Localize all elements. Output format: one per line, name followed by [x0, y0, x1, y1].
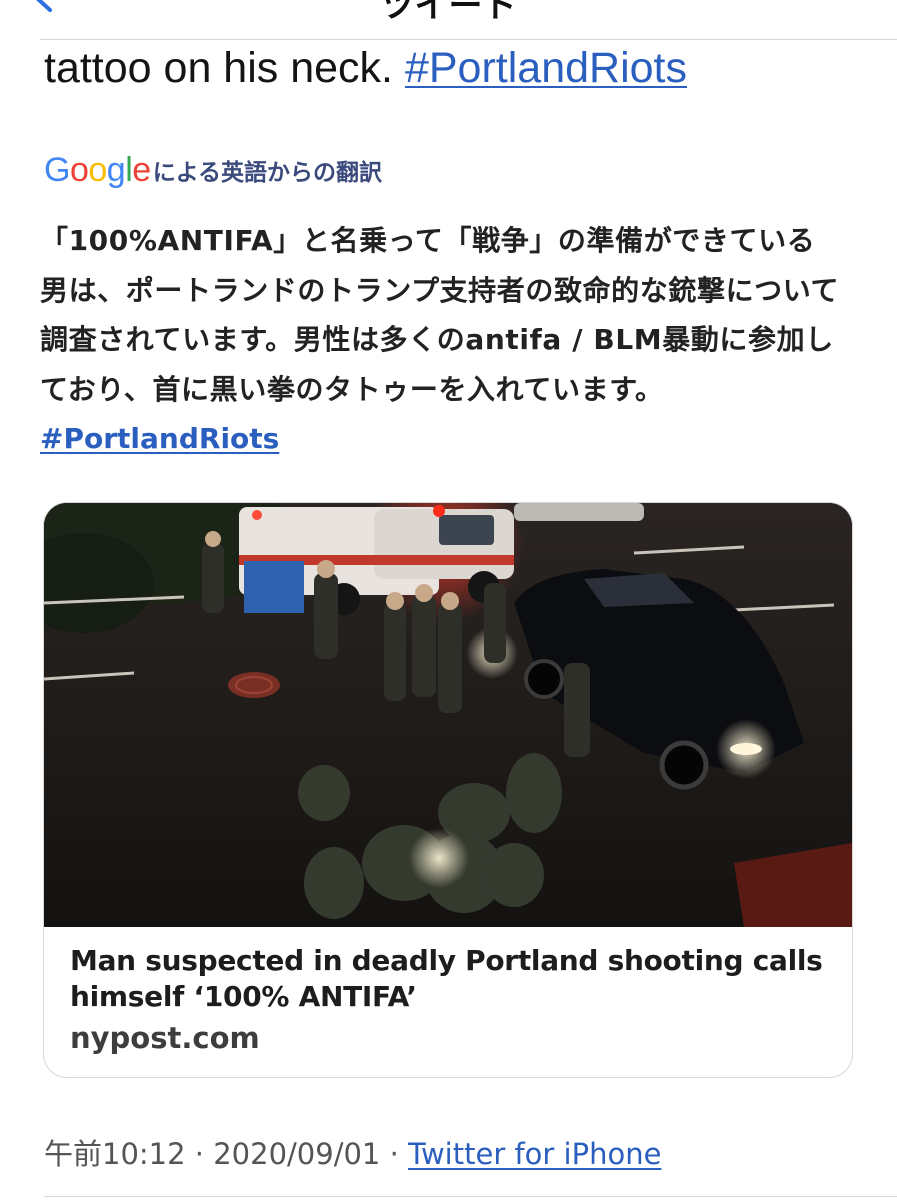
google-logo: Google [44, 151, 151, 190]
page-title: ツイート [380, 0, 517, 26]
meta-separator: · [185, 1137, 214, 1171]
google-logo-letter: g [106, 150, 126, 189]
card-image [44, 503, 852, 927]
meta-separator: · [380, 1137, 409, 1171]
bottom-divider [44, 1196, 897, 1197]
translated-hashtag-link[interactable]: #PortlandRiots [40, 422, 279, 455]
tweet-metadata: 午前10:12 · 2020/09/01 · Twitter for iPhon… [44, 1131, 661, 1173]
tweet-time: 午前10:12 [44, 1137, 186, 1171]
translation-label: による英語からの翻訳 [152, 160, 383, 186]
link-preview-card[interactable]: Man suspected in deadly Portland shootin… [43, 502, 853, 1078]
google-logo-letter: G [44, 150, 70, 189]
navigation-bar: ツイート [0, 0, 897, 40]
tweet-text-end: tattoo on his neck. [44, 44, 405, 92]
night-street-police-photo-icon [44, 503, 852, 927]
tweet-date: 2020/09/01 [213, 1137, 381, 1171]
card-domain: nypost.com [70, 1021, 260, 1055]
google-logo-letter: o [88, 150, 107, 189]
card-text: Man suspected in deadly Portland shootin… [70, 943, 840, 1055]
tweet-source-link[interactable]: Twitter for iPhone [408, 1137, 661, 1171]
translated-tweet-hashtag: #PortlandRiots [40, 416, 279, 462]
card-title[interactable]: Man suspected in deadly Portland shootin… [70, 943, 840, 1015]
translation-attribution[interactable]: Google による英語からの翻訳 [44, 150, 382, 190]
google-logo-letter: o [69, 150, 89, 189]
tweet-text: tattoo on his neck. #PortlandRiots [44, 40, 687, 96]
google-logo-letter: e [132, 150, 151, 189]
hashtag-link[interactable]: #PortlandRiots [405, 44, 687, 92]
translated-tweet-text: 「100%ANTIFA」と名乗って「戦争」の準備ができている男は、ポートランドの… [40, 224, 840, 406]
